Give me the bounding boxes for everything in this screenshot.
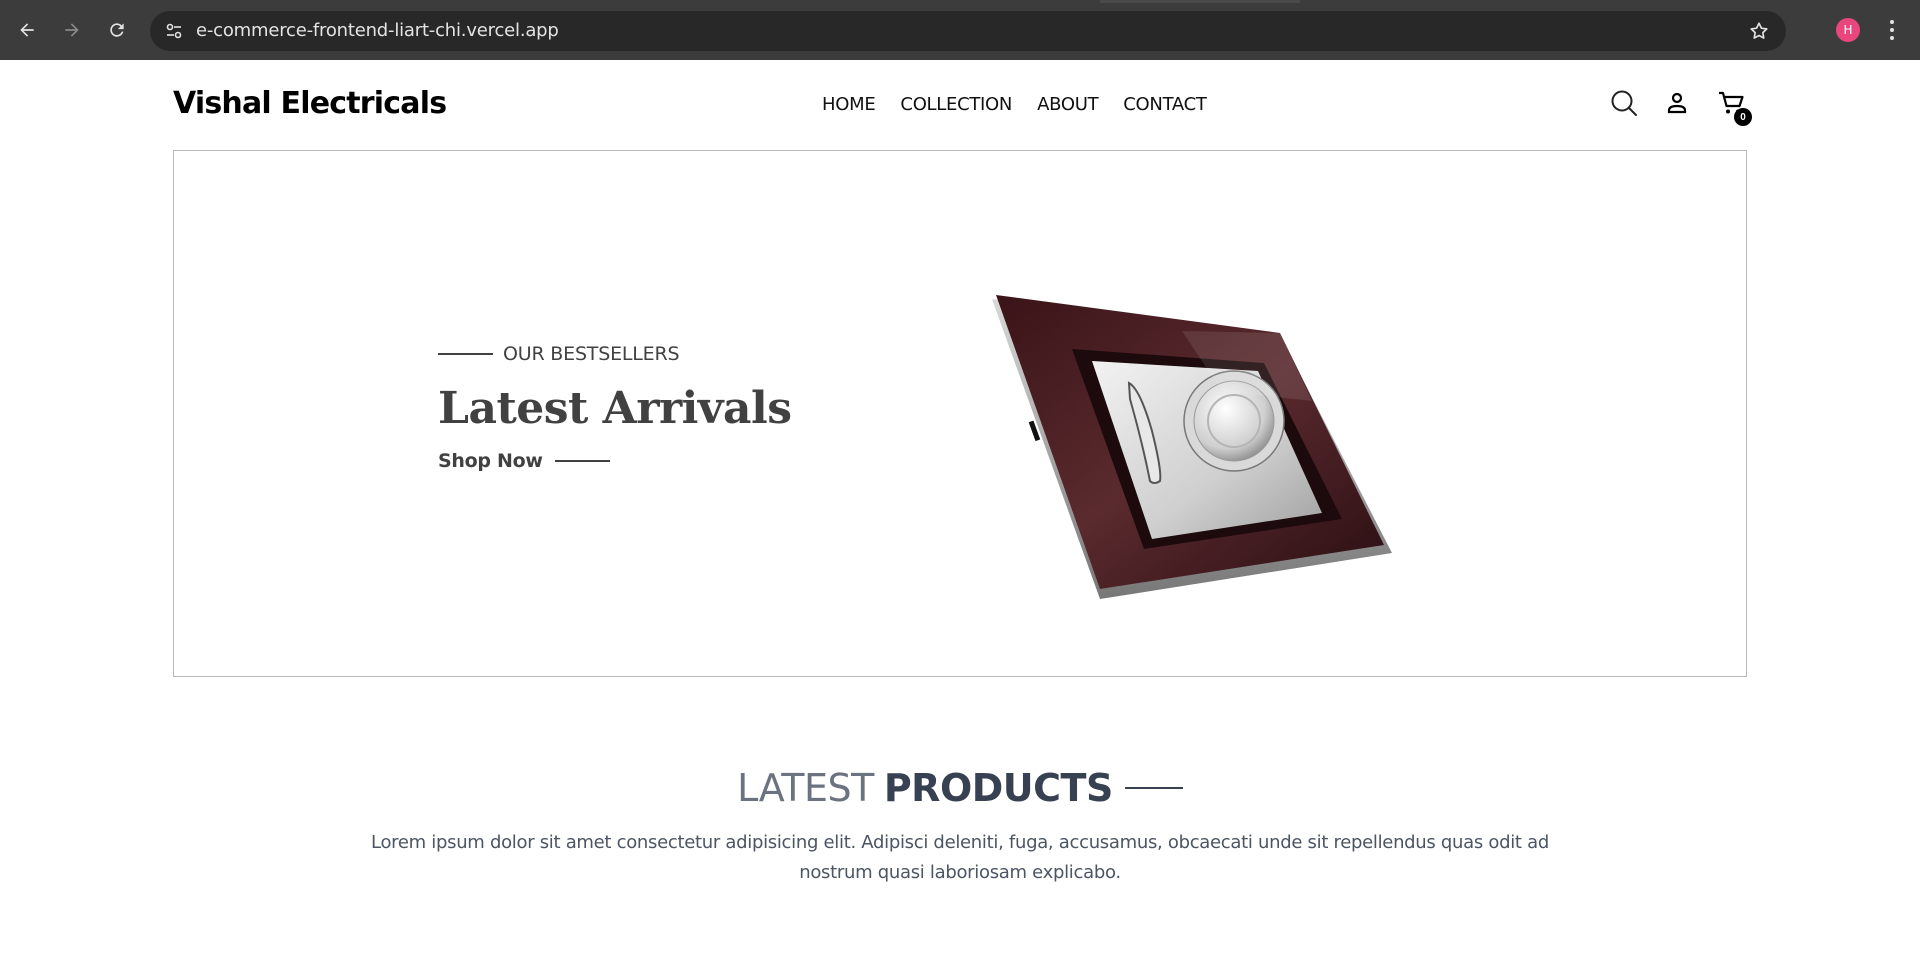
cart-count-badge: 0 [1734,108,1752,126]
bookmark-star-icon[interactable] [1748,20,1770,42]
tab-strip-edge [1100,0,1300,3]
reload-icon [110,23,124,37]
latest-products-heading: LATEST PRODUCTS [0,766,1920,810]
browser-menu-icon[interactable] [1880,16,1904,44]
search-icon [1611,90,1637,116]
forward-button[interactable] [54,12,90,48]
back-arrow-icon [20,23,34,37]
browser-toolbar: e-commerce-frontend-liart-chi.vercel.app… [0,0,1920,60]
heading-part-2: PRODUCTS [883,766,1114,810]
latest-products-description: Lorem ipsum dolor sit amet consectetur a… [371,832,1549,883]
hero-eyebrow: OUR BESTSELLERS [438,343,791,365]
nav-collection[interactable]: COLLECTION [900,94,1012,115]
site-settings-icon[interactable] [164,21,184,41]
address-bar[interactable]: e-commerce-frontend-liart-chi.vercel.app [150,11,1786,51]
shop-now-line [554,460,610,462]
profile-icon [1667,92,1687,114]
hero-banner: OUR BESTSELLERS Latest Arrivals Shop Now [173,150,1747,677]
reload-button[interactable] [99,12,135,48]
back-button[interactable] [9,12,45,48]
main-nav: HOME COLLECTION ABOUT CONTACT [822,94,1207,115]
nav-home[interactable]: HOME [822,94,876,115]
site-logo[interactable]: Vishal Electricals [173,86,447,121]
profile-avatar[interactable]: H [1836,18,1860,42]
nav-contact[interactable]: CONTACT [1123,94,1207,115]
heading-line [1124,787,1183,789]
cart-button[interactable]: 0 [1714,86,1752,126]
heading-part-1: LATEST [737,766,874,810]
eyebrow-text: OUR BESTSELLERS [503,343,680,365]
eyebrow-line [438,353,493,355]
search-button[interactable] [1607,86,1641,120]
nav-about[interactable]: ABOUT [1037,94,1098,115]
url-text[interactable]: e-commerce-frontend-liart-chi.vercel.app [196,11,559,51]
hero-text: OUR BESTSELLERS Latest Arrivals Shop Now [438,343,792,472]
hero-title: Latest Arrivals [438,383,792,434]
shop-now-label[interactable]: Shop Now [438,450,543,472]
shop-now-link[interactable]: Shop Now [438,450,791,472]
profile-button[interactable] [1660,86,1694,120]
hero-product-image [992,295,1392,599]
site-header: Vishal Electricals HOME COLLECTION ABOUT… [173,60,1752,150]
forward-arrow-icon [65,23,79,37]
